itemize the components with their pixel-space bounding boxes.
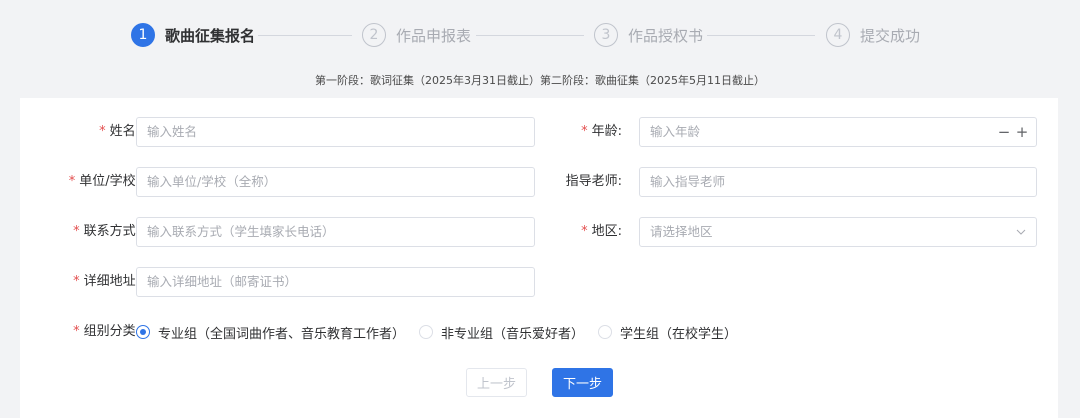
contact-input[interactable]: 输入联系方式（学生填家长电话） xyxy=(136,217,535,247)
next-button[interactable]: 下一步 xyxy=(552,368,613,397)
step-number: 4 xyxy=(826,23,850,47)
name-label: * 姓名: xyxy=(99,124,140,139)
address-label: * 详细地址: xyxy=(73,274,140,289)
step-2: 2 作品申报表 xyxy=(362,22,471,48)
prev-button[interactable]: 上一步 xyxy=(466,368,527,397)
teacher-input[interactable]: 输入指导老师 xyxy=(639,167,1037,197)
step-number: 1 xyxy=(131,23,155,47)
step-number: 2 xyxy=(362,23,386,47)
step-3: 3 作品授权书 xyxy=(594,22,703,48)
chevron-down-icon xyxy=(1016,218,1026,246)
radio-label: 非专业组（音乐爱好者） xyxy=(441,326,585,342)
radio-dot xyxy=(419,325,434,339)
step-label: 作品授权书 xyxy=(628,26,704,45)
step-1: 1 歌曲征集报名 xyxy=(131,22,255,48)
address-input[interactable]: 输入详细地址（邮寄证书） xyxy=(136,267,535,297)
radio-professional[interactable]: 专业组（全国词曲作者、音乐教育工作者） xyxy=(136,323,405,342)
teacher-label: 指导老师: xyxy=(565,174,622,189)
step-4: 4 提交成功 xyxy=(826,22,920,48)
step-number: 3 xyxy=(594,23,618,47)
step-label: 歌曲征集报名 xyxy=(165,26,256,45)
steps-bar: 1 歌曲征集报名 2 作品申报表 3 作品授权书 4 提交成功 xyxy=(0,0,1080,70)
form-panel: * 姓名: 输入姓名 * 年龄: 输入年龄 − + * 单位/学校: 输入单位/学校（… xyxy=(20,98,1058,418)
radio-label: 专业组（全国词曲作者、音乐教育工作者） xyxy=(158,326,406,342)
name-input[interactable]: 输入姓名 xyxy=(136,117,535,147)
radio-student[interactable]: 学生组（在校学生） xyxy=(598,323,737,342)
step-connector xyxy=(707,35,815,36)
radio-amateur[interactable]: 非专业组（音乐爱好者） xyxy=(419,323,584,342)
unit-label: * 单位/学校: xyxy=(68,174,140,189)
radio-dot xyxy=(136,325,150,339)
radio-dot xyxy=(598,325,613,339)
age-placeholder: 输入年龄 xyxy=(650,124,701,139)
step-connector xyxy=(476,35,584,36)
unit-input[interactable]: 输入单位/学校（全称） xyxy=(136,167,535,197)
group-radio-group: 专业组（全国词曲作者、音乐教育工作者） 非专业组（音乐爱好者） 学生组（在校学生… xyxy=(136,317,751,347)
step-label: 作品申报表 xyxy=(396,26,472,45)
age-stepper[interactable]: 输入年龄 − + xyxy=(639,117,1037,147)
contact-label: * 联系方式: xyxy=(73,224,140,239)
step-label: 提交成功 xyxy=(860,26,921,45)
minus-icon[interactable]: − xyxy=(996,118,1012,146)
stage-note: 第一阶段：歌词征集（2025年3月31日截止）第二阶段：歌曲征集（2025年5月… xyxy=(315,74,765,87)
age-label: * 年龄: xyxy=(581,124,622,139)
region-select[interactable]: 请选择地区 xyxy=(639,217,1037,247)
plus-icon[interactable]: + xyxy=(1014,118,1030,146)
radio-label: 学生组（在校学生） xyxy=(620,326,738,342)
group-label: * 组别分类: xyxy=(73,324,140,339)
step-connector xyxy=(258,35,352,36)
region-label: * 地区: xyxy=(581,224,622,239)
region-placeholder: 请选择地区 xyxy=(650,224,713,239)
